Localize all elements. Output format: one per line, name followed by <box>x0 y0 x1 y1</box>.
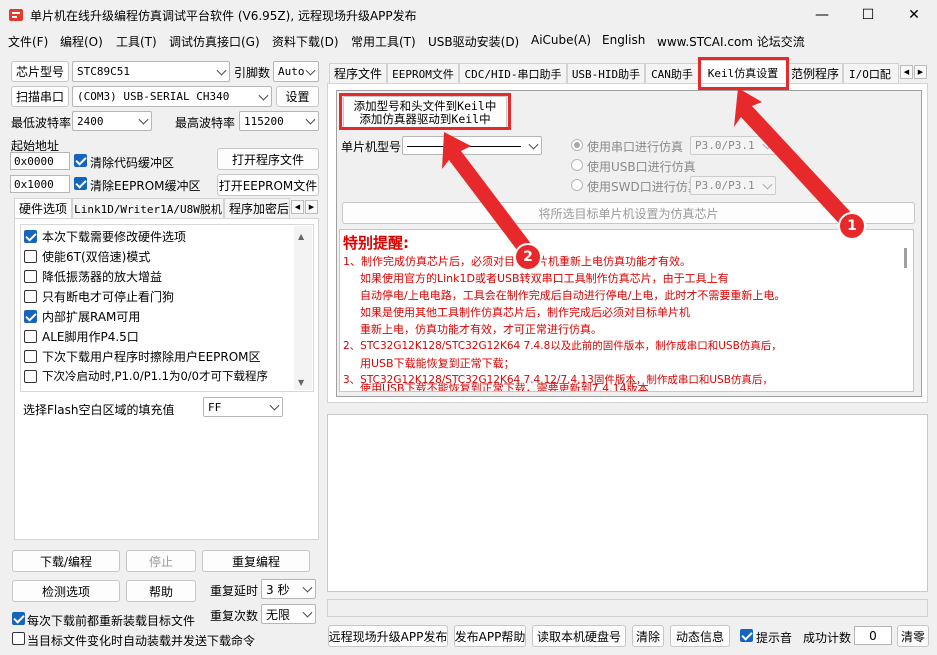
callout-badge-1: 1 <box>838 212 866 240</box>
arrow-1-icon <box>734 88 858 231</box>
arrow-2-icon <box>442 132 532 254</box>
callout-badge-2: 2 <box>514 243 542 271</box>
annotation-arrows <box>442 88 858 254</box>
